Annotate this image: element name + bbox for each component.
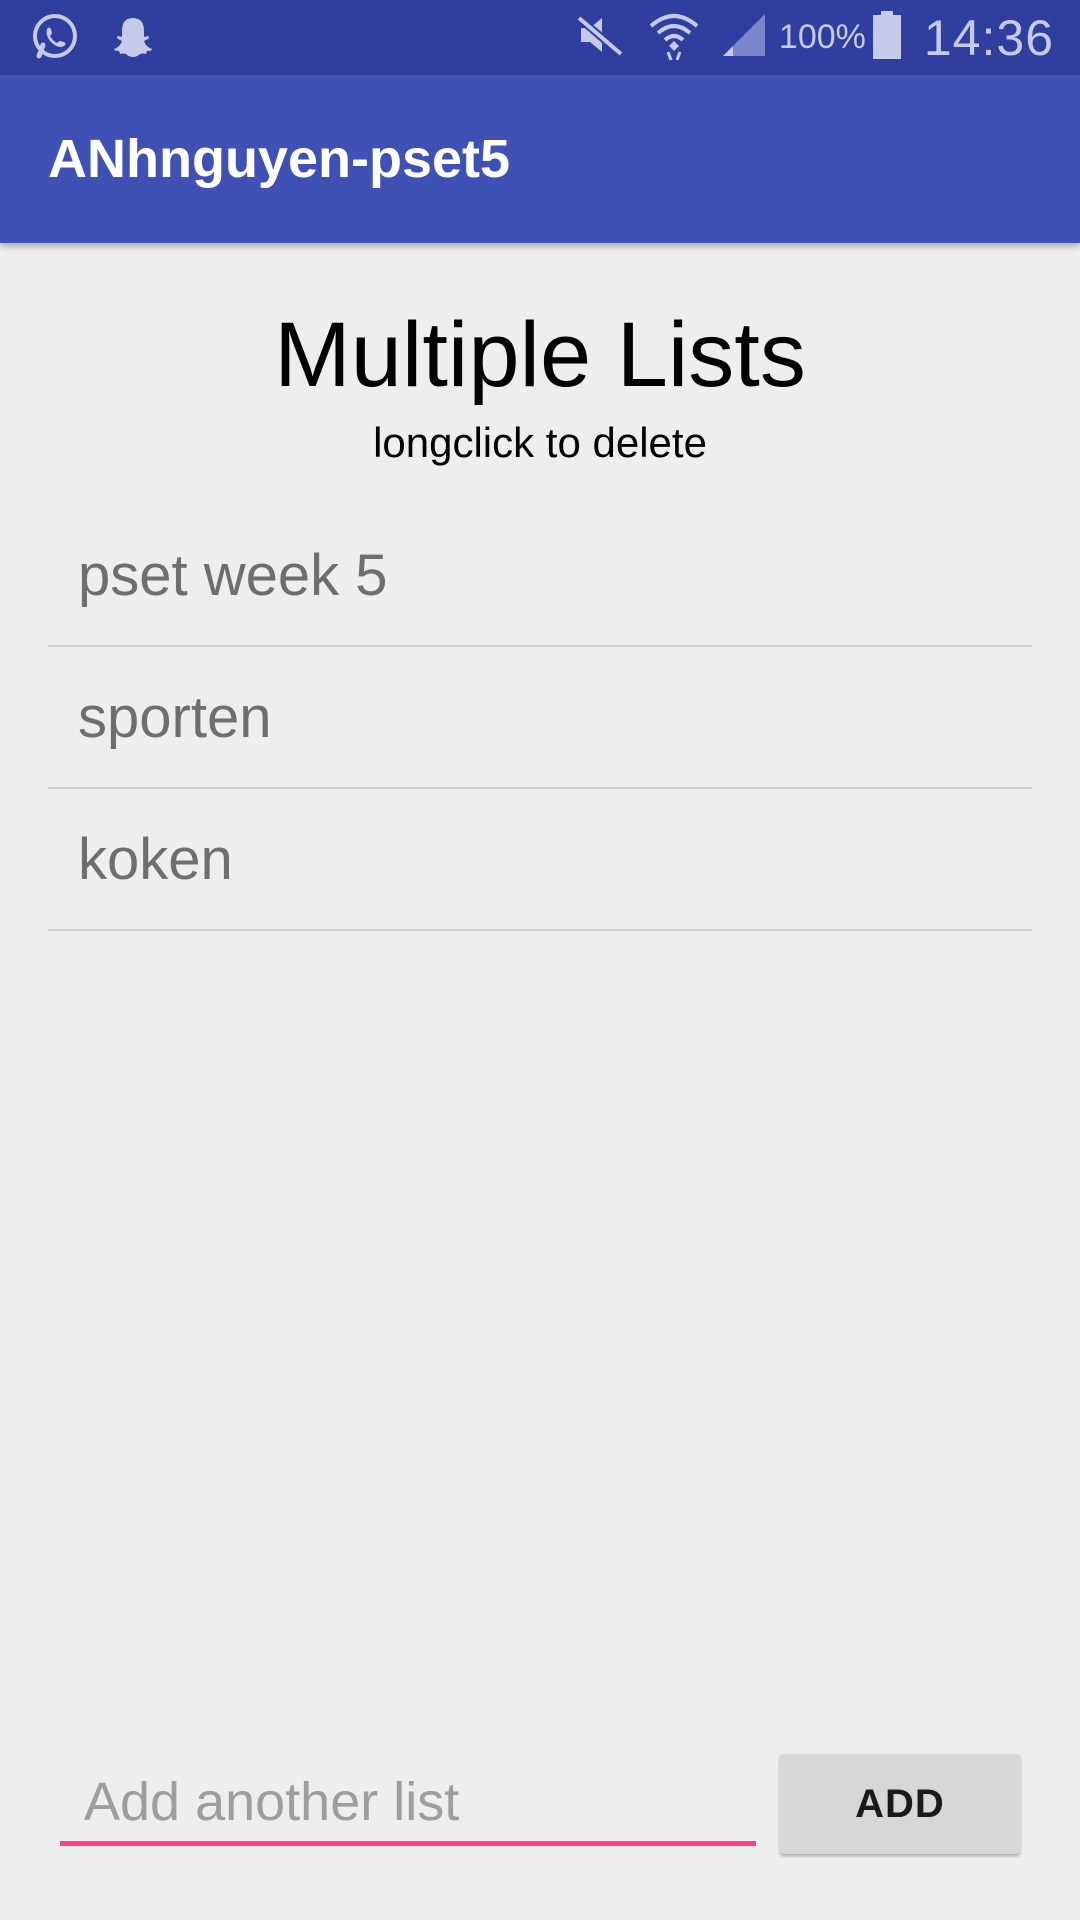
page-subtitle: longclick to delete	[373, 419, 707, 466]
list-item[interactable]: pset week 5	[48, 505, 1032, 647]
page-title: Multiple Lists	[274, 304, 806, 406]
list-item[interactable]: sporten	[48, 647, 1032, 789]
add-list-field-wrapper	[60, 1762, 756, 1850]
mute-icon	[575, 12, 625, 63]
status-bar: 100% 14:36	[0, 0, 1080, 75]
whatsapp-icon	[30, 12, 80, 67]
status-system: 100% 14:36	[575, 0, 1054, 75]
add-list-input[interactable]	[60, 1762, 756, 1846]
lists-list: pset week 5 sporten koken	[48, 505, 1032, 931]
status-notifications	[30, 12, 156, 67]
app-title: ANhnguyen-pset5	[48, 129, 511, 189]
clock: 14:36	[923, 9, 1054, 66]
snapchat-icon	[110, 14, 156, 65]
battery-percent: 100%	[778, 18, 866, 56]
wifi-icon	[647, 8, 701, 67]
app-toolbar: ANhnguyen-pset5	[0, 75, 1080, 243]
list-item[interactable]: koken	[48, 789, 1032, 931]
battery-icon	[872, 11, 902, 64]
add-button[interactable]: ADD	[780, 1754, 1020, 1854]
signal-icon	[719, 10, 769, 65]
